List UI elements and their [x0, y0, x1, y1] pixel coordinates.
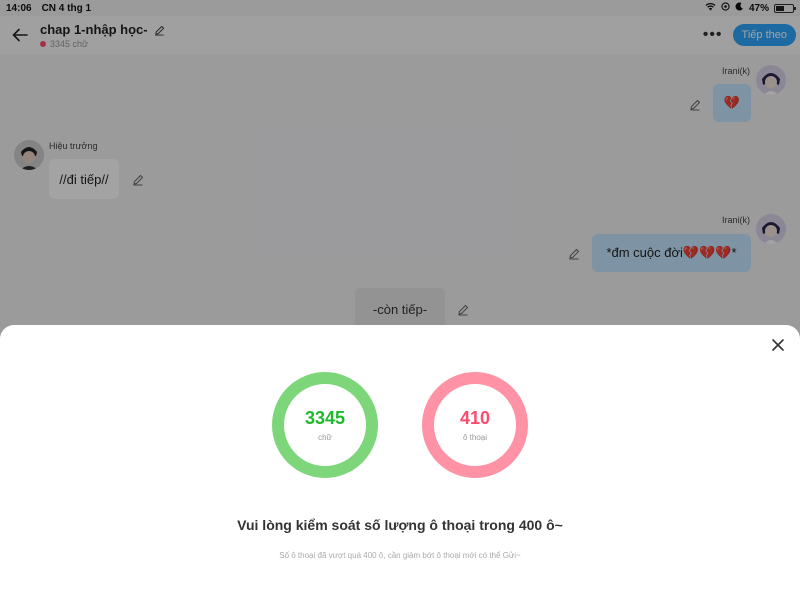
- warning-subtitle: Số ô thoại đã vượt quá 400 ô, cần giảm b…: [279, 551, 521, 560]
- warning-title: Vui lòng kiểm soát số lượng ô thoại tron…: [237, 517, 563, 533]
- dialog-count-ring: 410 ô thoại: [422, 372, 528, 478]
- word-count-ring: 3345 chữ: [272, 372, 378, 478]
- word-count-value: 3345: [304, 408, 346, 428]
- close-button[interactable]: [770, 337, 786, 353]
- word-count-label: chữ: [318, 433, 332, 442]
- dialog-limit-sheet: 3345 chữ 410 ô thoại Vui lòng kiểm soát …: [0, 325, 800, 600]
- dialog-count-label: ô thoại: [462, 433, 488, 442]
- dialog-count-value: 410: [459, 408, 491, 428]
- close-icon: [772, 339, 784, 351]
